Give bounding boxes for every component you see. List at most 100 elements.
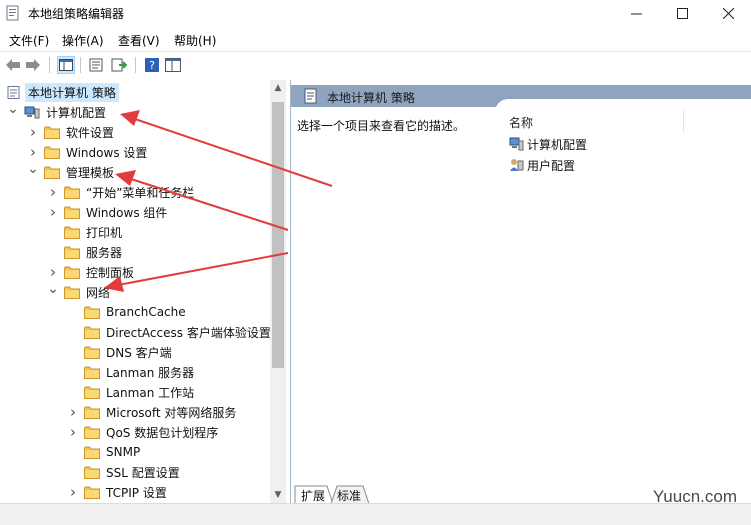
tree-item-label: BranchCache — [106, 305, 186, 319]
chevron-down-icon[interactable]: ⌄ — [6, 101, 20, 117]
tab-extended[interactable]: 扩展 — [295, 486, 331, 504]
menu-file[interactable]: 文件(F) — [9, 32, 49, 49]
close-button[interactable] — [705, 0, 751, 26]
policy-icon — [7, 85, 20, 99]
chevron-right-icon[interactable]: › — [66, 483, 80, 501]
extended-view-button[interactable] — [164, 56, 182, 74]
tree-item[interactable]: › “开始”菜单和任务栏 — [46, 182, 194, 202]
properties-button[interactable] — [87, 56, 105, 74]
title-bar[interactable]: 本地组策略编辑器 — [0, 0, 751, 26]
tree-item[interactable]: 服务器 — [46, 242, 122, 262]
tree-item-label: QoS 数据包计划程序 — [106, 425, 219, 440]
tree-item-label: “开始”菜单和任务栏 — [86, 185, 195, 200]
minimize-icon — [630, 13, 642, 14]
tab-standard[interactable]: 标准 — [331, 486, 367, 504]
tree-item[interactable]: › 控制面板 — [46, 262, 134, 282]
chevron-right-icon[interactable]: › — [66, 403, 80, 421]
tree-item-label: 网络 — [86, 285, 111, 300]
folder-icon — [84, 386, 100, 399]
policy-icon — [304, 88, 317, 104]
tree-item[interactable]: ⌄ 网络 — [46, 281, 111, 302]
chevron-right-icon[interactable]: › — [46, 183, 60, 201]
header-curve — [495, 99, 751, 109]
tree-item[interactable]: › Windows 设置 — [26, 142, 147, 162]
tree-item[interactable]: › TCPIP 设置 — [66, 482, 167, 502]
tree-root[interactable]: 本地计算机 策略 — [6, 82, 119, 102]
show-tree-button[interactable] — [57, 56, 75, 74]
details-header-title: 本地计算机 策略 — [327, 91, 415, 105]
extended-view-icon — [165, 58, 181, 72]
tree-item[interactable]: › QoS 数据包计划程序 — [66, 422, 218, 442]
tree-root-label: 本地计算机 策略 — [25, 82, 119, 102]
menu-action[interactable]: 操作(A) — [62, 32, 104, 49]
tree-item[interactable]: DirectAccess 客户端体验设置 — [66, 322, 271, 342]
tree-item[interactable]: › 软件设置 — [26, 122, 114, 142]
tree-vertical-scrollbar[interactable]: ▲ ▼ — [270, 80, 286, 503]
maximize-button[interactable] — [659, 0, 705, 26]
maximize-icon — [676, 7, 688, 19]
watermark: Yuucn.com — [652, 487, 737, 506]
chevron-right-icon[interactable]: › — [46, 203, 60, 221]
list-item-label: 计算机配置 — [527, 137, 588, 152]
policy-editor-icon — [6, 5, 19, 21]
back-icon — [6, 59, 20, 71]
tree-item[interactable]: › Microsoft 对等网络服务 — [66, 402, 236, 422]
scroll-thumb[interactable] — [272, 102, 284, 368]
tree-item[interactable]: › Windows 组件 — [46, 202, 167, 222]
tree-item-label: 控制面板 — [86, 265, 135, 280]
folder-icon — [84, 366, 100, 379]
list-item-user-config[interactable]: 用户配置 — [509, 156, 575, 174]
scroll-down-arrow-icon[interactable]: ▼ — [270, 487, 286, 503]
details-header: 本地计算机 策略 — [291, 85, 751, 109]
tree-item[interactable]: ⌄ 计算机配置 — [6, 101, 106, 122]
close-icon — [722, 7, 734, 19]
chevron-down-icon[interactable]: ⌄ — [26, 161, 40, 177]
chevron-right-icon[interactable]: › — [26, 123, 40, 141]
tree-pane[interactable]: 本地计算机 策略 ⌄ 计算机配置 › 软件设置 › Windows 设置 ⌄ 管理模板 › “开始… — [0, 80, 286, 503]
tree-item[interactable]: Lanman 工作站 — [66, 382, 194, 402]
tree-item[interactable]: BranchCache — [66, 302, 186, 322]
menu-help[interactable]: 帮助(H) — [174, 32, 216, 49]
folder-icon — [64, 226, 80, 239]
folder-icon — [64, 286, 80, 299]
tree-item[interactable]: SNMP — [66, 442, 140, 462]
column-header-name[interactable]: 名称 — [509, 114, 533, 131]
folder-icon — [44, 166, 60, 179]
scroll-up-arrow-icon[interactable]: ▲ — [270, 80, 286, 96]
details-pane: 本地计算机 策略 选择一个项目来查看它的描述。 名称 计算机配置 用户配置 扩展… — [290, 80, 751, 504]
chevron-right-icon[interactable]: › — [26, 143, 40, 161]
tree-horizontal-scrollbar[interactable] — [0, 503, 290, 525]
window-title: 本地组策略编辑器 — [28, 7, 125, 21]
help-button[interactable]: ? — [143, 56, 161, 74]
back-button[interactable] — [4, 56, 22, 74]
user-config-icon — [510, 159, 524, 171]
list-item-label: 用户配置 — [527, 158, 576, 173]
menu-view[interactable]: 查看(V) — [118, 32, 160, 49]
folder-icon — [84, 486, 100, 499]
tree-item[interactable]: DNS 客户端 — [66, 342, 172, 362]
tree-item[interactable]: 打印机 — [46, 222, 122, 242]
folder-icon — [64, 206, 80, 219]
tree-item[interactable]: SSL 配置设置 — [66, 462, 180, 482]
list-item-computer-config[interactable]: 计算机配置 — [509, 135, 587, 153]
folder-icon — [64, 266, 80, 279]
export-icon — [111, 58, 127, 72]
tree-item[interactable]: Lanman 服务器 — [66, 362, 194, 382]
tree-item[interactable]: ⌄ 管理模板 — [26, 161, 115, 182]
export-button[interactable] — [110, 56, 128, 74]
chevron-down-icon[interactable]: ⌄ — [46, 281, 60, 297]
chevron-right-icon[interactable]: › — [66, 423, 80, 441]
tree-item-label: DirectAccess 客户端体验设置 — [106, 325, 271, 340]
tree-item-label: Lanman 服务器 — [106, 365, 195, 380]
chevron-right-icon[interactable]: › — [46, 263, 60, 281]
forward-button[interactable] — [24, 56, 42, 74]
tree-item-label: 管理模板 — [66, 165, 115, 180]
folder-icon — [84, 426, 100, 439]
properties-icon — [89, 58, 103, 72]
minimize-button[interactable] — [613, 0, 659, 26]
column-divider[interactable] — [683, 110, 684, 132]
